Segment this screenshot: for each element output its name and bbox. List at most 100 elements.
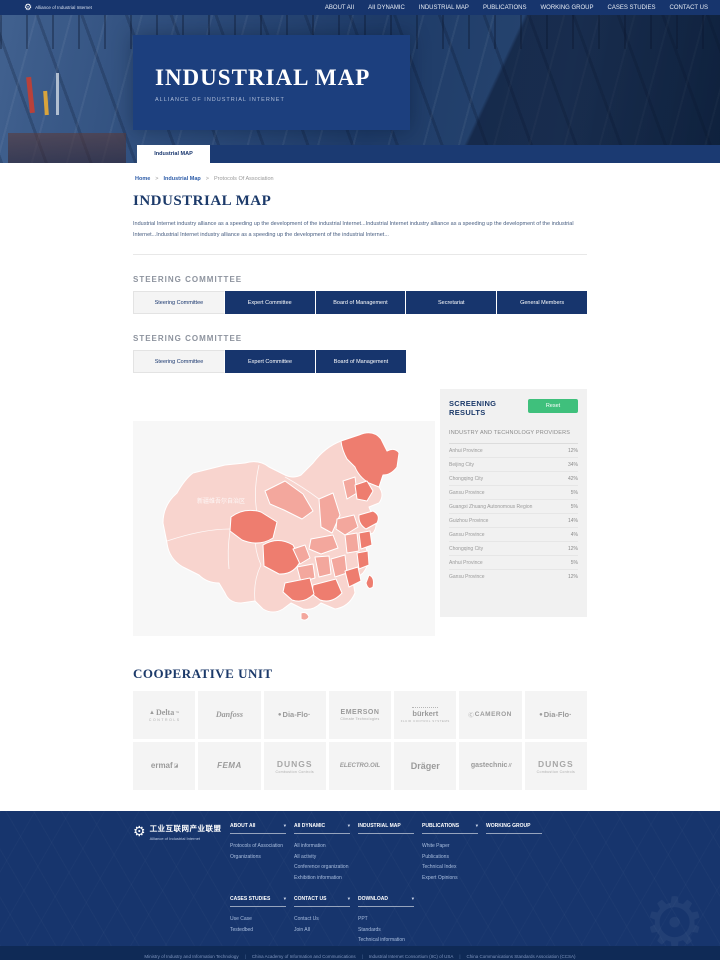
partner-logo[interactable]: EMERSON Climate Technologies (329, 691, 391, 739)
partner-logo[interactable]: ermaf ◪ (133, 742, 195, 790)
section-divider (133, 254, 587, 255)
footer-column-title[interactable]: ABOUT AII ▾ (230, 823, 286, 834)
footer-link[interactable]: Contact Us (294, 914, 358, 925)
map-region-label: 新疆维吾尔自治区 (197, 497, 245, 505)
partner-logo[interactable]: ▲ Delta ™ C O N T R O L S (133, 691, 195, 739)
logo-text: Dräger (411, 761, 440, 771)
province-percent: 5% (571, 490, 578, 496)
screening-row[interactable]: Guangxi Zhuang Autonomous Region 5% (449, 500, 578, 514)
footer-column-title[interactable]: PUBLICATIONS ▾ (422, 823, 478, 834)
screening-row[interactable]: Guizhou Province 14% (449, 514, 578, 528)
logo-glyph-icon: ▲ (149, 710, 155, 716)
logo-text: Delta (156, 708, 174, 717)
committee-tab[interactable]: Expert Committee (225, 350, 316, 373)
province-name: Guizhou Province (449, 518, 488, 524)
partner-logo[interactable]: DUNGS Combustion Controls (525, 742, 587, 790)
footer-brand-logo[interactable]: ⚙ 工业互联网产业联盟 Alliance of Industrial Inter… (133, 823, 230, 883)
footer-link[interactable]: Standards (358, 925, 422, 936)
screening-row[interactable]: Beijing City 34% (449, 458, 578, 472)
nav-item[interactable]: INDUSTRIAL MAP (419, 5, 469, 11)
partner-org-link[interactable]: China Academy of Information and Communi… (239, 954, 356, 959)
footer-column-title[interactable]: CONTACT US ▾ (294, 896, 350, 907)
screening-category-label: INDUSTRY AND TECHNOLOGY PROVIDERS (449, 430, 578, 444)
committee-tab[interactable]: Secretariat (406, 291, 497, 314)
partner-org-link[interactable]: China Communications Standards Associati… (453, 954, 575, 959)
screening-row[interactable]: Chongqing City 12% (449, 542, 578, 556)
footer-columns-row2: CASES STUDIES ▾ Use CaseTestedbed CONTAC… (230, 896, 720, 946)
footer-link[interactable]: Publications (422, 852, 486, 863)
partner-logo[interactable]: ELECTRO.OIL (329, 742, 391, 790)
footer-column-title[interactable]: CASES STUDIES ▾ (230, 896, 286, 907)
footer-column-title[interactable]: WORKING GROUP (486, 823, 542, 834)
partner-logo[interactable]: Danfoss (198, 691, 260, 739)
map-screening-row: 新疆维吾尔自治区 SCREENING RESULTS Reset INDUSTR… (133, 389, 587, 636)
tab-industrial-map[interactable]: Industrial MAP (137, 145, 210, 163)
partner-logo[interactable]: bürkert FLUID CONTROL SYSTEMS (394, 691, 456, 739)
partner-org-link[interactable]: Industrial Internet Consortium (IIC) of … (356, 954, 454, 959)
nav-item[interactable]: AII DYNAMIC (368, 5, 405, 11)
footer-link[interactable]: Organizations (230, 852, 294, 863)
province-name: Chongqing City (449, 546, 483, 552)
footer-link[interactable]: Conference organization (294, 862, 358, 873)
partner-logo[interactable]: gastechnic // (459, 742, 521, 790)
chevron-down-icon: ▾ (284, 823, 286, 829)
partner-logo[interactable]: Ⓒ CAMERON (459, 691, 521, 739)
logo-text: FEMA (217, 761, 242, 770)
reset-button[interactable]: Reset (528, 399, 578, 413)
province-name: Anhui Province (449, 448, 483, 454)
nav-item[interactable]: PUBLICATIONS (483, 5, 527, 11)
province-jiangsu (359, 531, 372, 549)
footer-link[interactable]: Use Case (230, 914, 294, 925)
committee-tab[interactable]: Board of Management (316, 350, 406, 373)
footer-link[interactable]: White Paper (422, 841, 486, 852)
footer-link[interactable]: PPT (358, 914, 422, 925)
nav-item[interactable]: CONTACT US (670, 5, 708, 11)
committee-tab[interactable]: General Members (497, 291, 587, 314)
province-percent: 12% (568, 448, 578, 454)
province-percent: 14% (568, 518, 578, 524)
committee-tab[interactable]: Steering Committee (133, 350, 225, 373)
cooperative-unit-heading: COOPERATIVE UNIT (133, 666, 720, 682)
logo-glyph-icon: Ⓒ (468, 711, 474, 719)
partner-logo[interactable]: ● Dia-Flo· (264, 691, 326, 739)
breadcrumb-section[interactable]: Industrial Map (164, 176, 201, 182)
footer-link[interactable]: Exhibition information (294, 873, 358, 884)
footer-link[interactable]: All activity (294, 852, 358, 863)
footer-link[interactable]: Protocols of Association (230, 841, 294, 852)
screening-row[interactable]: Gansu Province 4% (449, 528, 578, 542)
partner-logo[interactable]: Dräger (394, 742, 456, 790)
partner-org-link[interactable]: Ministry of Industry and Information Tec… (144, 954, 238, 959)
footer-column-title[interactable]: INDUSTRIAL MAP (358, 823, 414, 834)
screening-row[interactable]: Chongqing City 42% (449, 472, 578, 486)
footer-column-title[interactable]: AII DYNAMIC ▾ (294, 823, 350, 834)
footer-column: CASES STUDIES ▾ Use CaseTestedbed (230, 896, 294, 946)
breadcrumb-home[interactable]: Home (135, 176, 150, 182)
committee-tab[interactable]: Board of Management (316, 291, 407, 314)
logo-glyph-icon: ● (539, 712, 543, 718)
footer-link[interactable]: Expert Opinions (422, 873, 486, 884)
partner-logo[interactable]: DUNGS Combustion Controls (264, 742, 326, 790)
footer-link[interactable]: Technical information (358, 935, 422, 946)
partner-logo[interactable]: ● Dia-Flo· (525, 691, 587, 739)
footer-brand-en: Alliance of Industrial Internet (150, 836, 222, 841)
footer-link[interactable]: Testedbed (230, 925, 294, 936)
brand-logo[interactable]: ⚙ Alliance of Industrial Internet (24, 3, 92, 12)
partner-logo[interactable]: FEMA (198, 742, 260, 790)
footer-link[interactable]: All information (294, 841, 358, 852)
screening-row[interactable]: Gansu Province 5% (449, 486, 578, 500)
committee-tab[interactable]: Expert Committee (225, 291, 316, 314)
footer-link[interactable]: Technical Index (422, 862, 486, 873)
nav-item[interactable]: WORKING GROUP (541, 5, 594, 11)
nav-item[interactable]: ABOUT AII (325, 5, 354, 11)
footer-column: DOWNLOAD ▾ PPTStandardsTechnical informa… (358, 896, 422, 946)
china-choropleth-map[interactable]: 新疆维吾尔自治区 (133, 421, 435, 636)
committee-tab[interactable]: Steering Committee (133, 291, 225, 314)
screening-row[interactable]: Anhui Province 12% (449, 444, 578, 458)
footer-link[interactable]: Join AII (294, 925, 358, 936)
logo-text: bürkert (412, 707, 438, 718)
screening-row[interactable]: Anhui Province 5% (449, 556, 578, 570)
nav-item[interactable]: CASES STUDIES (608, 5, 656, 11)
screening-row[interactable]: Gansu Province 12% (449, 570, 578, 583)
footer-column-title[interactable]: DOWNLOAD ▾ (358, 896, 414, 907)
breadcrumb-separator: > (206, 176, 209, 182)
